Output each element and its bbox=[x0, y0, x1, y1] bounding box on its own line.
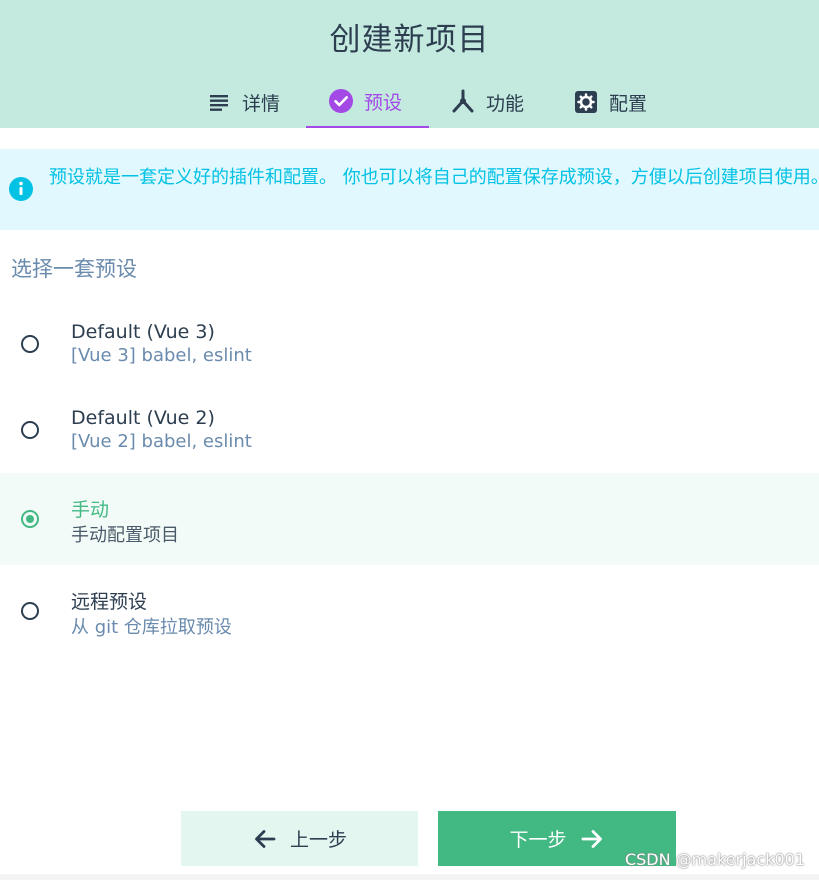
page-title: 创建新项目 bbox=[329, 22, 490, 58]
tab-features[interactable]: 功能 bbox=[450, 78, 524, 128]
call-split-icon bbox=[450, 89, 476, 115]
radio-button[interactable] bbox=[21, 602, 39, 620]
previous-button-label: 上一步 bbox=[289, 829, 347, 851]
tab-config[interactable]: 配置 bbox=[573, 78, 647, 128]
bottom-strip bbox=[0, 874, 819, 880]
tab-presets[interactable]: 预设 bbox=[306, 78, 429, 128]
arrow-left-icon bbox=[252, 826, 278, 852]
radio-button[interactable] bbox=[21, 421, 39, 439]
preset-name: 远程预设 bbox=[71, 591, 148, 613]
preset-option-manual[interactable]: 手动 手动配置项目 bbox=[0, 473, 819, 565]
header: 创建新项目 详情 预设 功能 配置 bbox=[0, 0, 819, 128]
preset-description: 从 git 仓库拉取预设 bbox=[71, 617, 232, 638]
info-icon bbox=[9, 177, 33, 201]
preset-option-default-vue3[interactable]: Default (Vue 3) [Vue 3] babel, eslint bbox=[0, 300, 819, 386]
tab-details[interactable]: 详情 bbox=[206, 78, 280, 128]
previous-button[interactable]: 上一步 bbox=[181, 811, 418, 866]
preset-name: Default (Vue 2) bbox=[71, 407, 215, 429]
preset-name: 手动 bbox=[71, 499, 110, 521]
preset-option-remote[interactable]: 远程预设 从 git 仓库拉取预设 bbox=[0, 565, 819, 657]
preset-description: 手动配置项目 bbox=[71, 525, 179, 546]
tab-details-label: 详情 bbox=[242, 92, 281, 115]
next-button-label: 下一步 bbox=[509, 829, 567, 851]
preset-description: [Vue 3] babel, eslint bbox=[71, 345, 252, 366]
tab-features-label: 功能 bbox=[486, 92, 525, 115]
watermark: CSDN @makerjack001 bbox=[624, 850, 805, 869]
tab-config-label: 配置 bbox=[609, 92, 648, 115]
preset-description: [Vue 2] babel, eslint bbox=[71, 431, 252, 452]
radio-button[interactable] bbox=[21, 335, 39, 353]
preset-option-default-vue2[interactable]: Default (Vue 2) [Vue 2] babel, eslint bbox=[0, 386, 819, 473]
check-circle-icon bbox=[328, 88, 354, 114]
preset-name: Default (Vue 3) bbox=[71, 321, 215, 343]
tab-bar: 详情 预设 功能 配置 bbox=[0, 78, 819, 128]
settings-box-icon bbox=[573, 89, 599, 115]
subject-icon bbox=[206, 89, 232, 115]
info-banner: 预设就是一套定义好的插件和配置。 你也可以将自己的配置保存成预设，方便以后创建项… bbox=[0, 149, 819, 230]
tab-presets-label: 预设 bbox=[364, 91, 403, 114]
arrow-right-icon bbox=[579, 826, 605, 852]
info-text: 预设就是一套定义好的插件和配置。 你也可以将自己的配置保存成预设，方便以后创建项… bbox=[49, 167, 819, 188]
presets-title: 选择一套预设 bbox=[11, 257, 137, 281]
radio-button-checked[interactable] bbox=[21, 510, 39, 528]
